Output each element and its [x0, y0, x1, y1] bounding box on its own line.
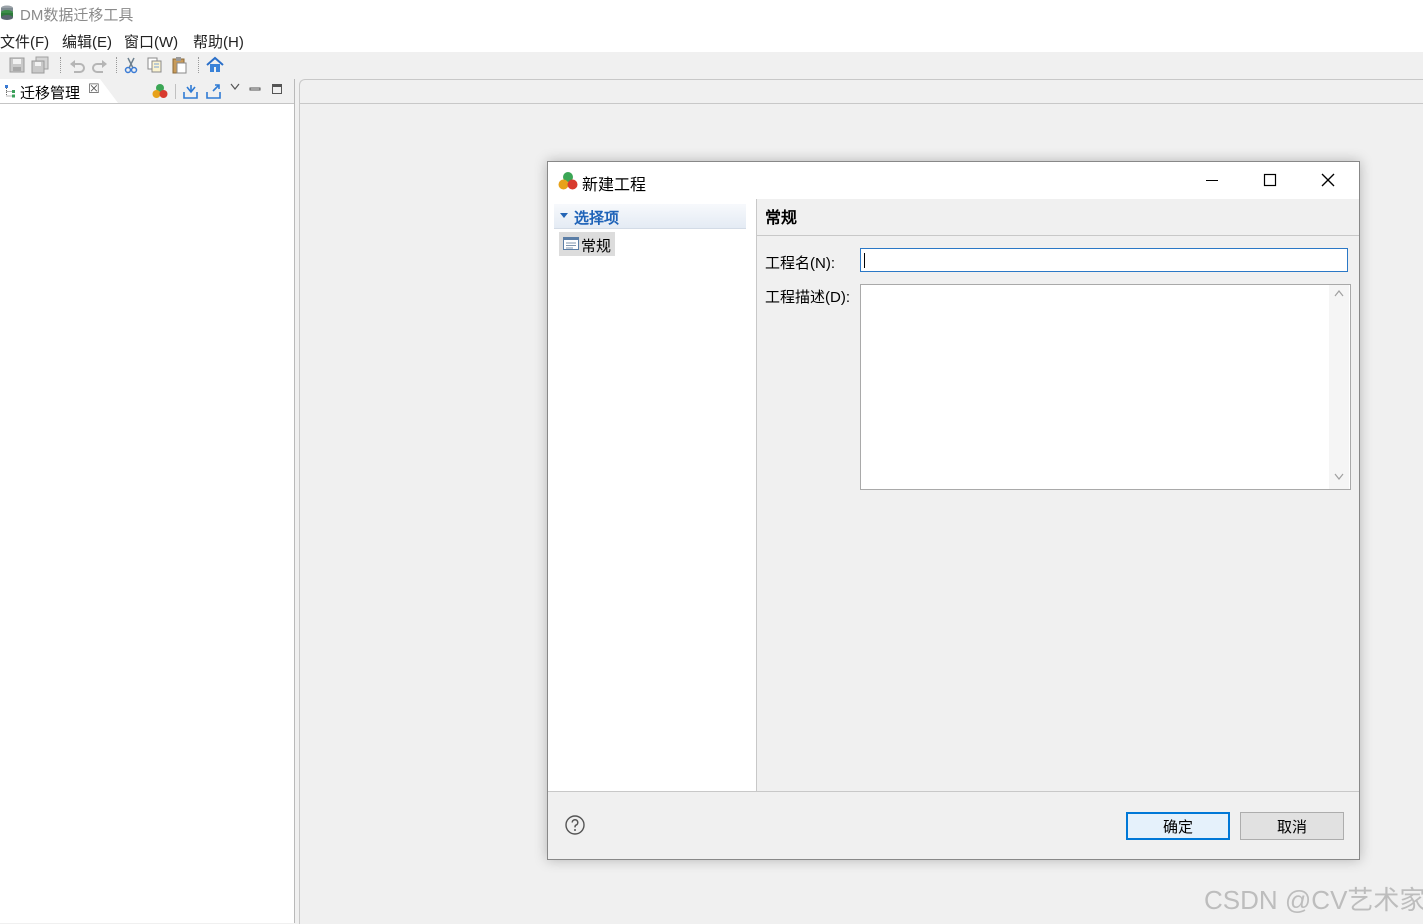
paste-icon[interactable]	[170, 56, 188, 74]
migration-management-panel: 迁移管理 ☒	[0, 79, 295, 923]
save-icon[interactable]	[8, 56, 26, 74]
maximize-icon[interactable]	[271, 83, 283, 95]
section-title: 常规	[765, 210, 798, 227]
nav-item-general[interactable]: 常规	[559, 232, 615, 256]
project-description-label: 工程描述(D):	[765, 289, 850, 306]
new-project-icon	[558, 172, 578, 190]
toolbar-separator	[60, 57, 62, 73]
new-project-dialog: 新建工程 选择项 常规 常规 工程名(N): 工程描述(D): 确定 取消	[547, 161, 1360, 860]
redo-icon[interactable]	[91, 56, 109, 74]
scroll-up-icon[interactable]	[1334, 290, 1344, 297]
section-divider	[757, 235, 1359, 236]
properties-page-icon	[563, 237, 579, 250]
nav-section-header[interactable]: 选择项	[554, 204, 746, 229]
text-caret	[864, 253, 865, 268]
tree-icon	[5, 85, 15, 98]
nav-section-label: 选择项	[574, 210, 620, 227]
project-tree-area[interactable]	[0, 104, 294, 923]
help-icon[interactable]	[565, 815, 585, 835]
tab-migration-management[interactable]: 迁移管理 ☒	[0, 79, 118, 103]
export-icon[interactable]	[205, 83, 222, 100]
button-bar-divider	[548, 791, 1359, 792]
dialog-content: 常规 工程名(N): 工程描述(D):	[757, 199, 1359, 791]
window-titlebar: DM数据迁移工具	[0, 0, 1423, 28]
cancel-button[interactable]: 取消	[1240, 812, 1344, 840]
new-project-icon[interactable]	[152, 83, 168, 99]
menu-edit[interactable]: 编辑(E)	[62, 31, 112, 52]
dialog-maximize-icon[interactable]	[1241, 162, 1299, 199]
dialog-titlebar: 新建工程	[548, 162, 1359, 199]
ok-button[interactable]: 确定	[1126, 812, 1230, 840]
scroll-down-icon[interactable]	[1334, 473, 1344, 480]
expand-arrow-icon[interactable]	[560, 213, 568, 218]
undo-icon[interactable]	[68, 56, 86, 74]
minimize-icon[interactable]	[249, 84, 261, 94]
dialog-close-icon[interactable]	[1299, 162, 1357, 199]
dialog-navigation: 选择项 常规	[548, 199, 757, 791]
menu-bar: 文件(F) 编辑(E) 窗口(W) 帮助(H)	[0, 28, 1423, 52]
save-all-icon[interactable]	[31, 56, 49, 74]
project-description-input[interactable]	[860, 284, 1351, 490]
copy-icon[interactable]	[146, 56, 164, 74]
app-database-icon	[1, 5, 13, 20]
main-toolbar	[0, 52, 1423, 78]
home-icon[interactable]	[206, 56, 224, 74]
toolbar-separator	[198, 57, 200, 73]
project-name-input[interactable]	[860, 248, 1348, 272]
watermark-text: CSDN @CV艺术家	[1204, 885, 1423, 915]
cut-icon[interactable]	[122, 56, 140, 74]
tab-close-icon[interactable]: ☒	[88, 81, 100, 97]
import-icon[interactable]	[182, 83, 199, 100]
menu-file[interactable]: 文件(F)	[0, 31, 49, 52]
tab-label: 迁移管理	[20, 85, 81, 102]
menu-help[interactable]: 帮助(H)	[193, 31, 244, 52]
dialog-minimize-icon[interactable]	[1183, 162, 1241, 199]
dialog-title: 新建工程	[582, 177, 647, 194]
menu-window[interactable]: 窗口(W)	[124, 31, 178, 52]
editor-tab-divider	[300, 103, 1423, 104]
panel-toolbar-separator	[175, 84, 176, 99]
view-menu-icon[interactable]	[230, 83, 240, 91]
window-title: DM数据迁移工具	[20, 7, 134, 24]
nav-item-label: 常规	[581, 238, 612, 255]
panel-tabstrip: 迁移管理 ☒	[0, 79, 294, 104]
description-scrollbar[interactable]	[1329, 285, 1349, 489]
toolbar-separator	[116, 57, 118, 73]
project-name-label: 工程名(N):	[765, 255, 835, 272]
